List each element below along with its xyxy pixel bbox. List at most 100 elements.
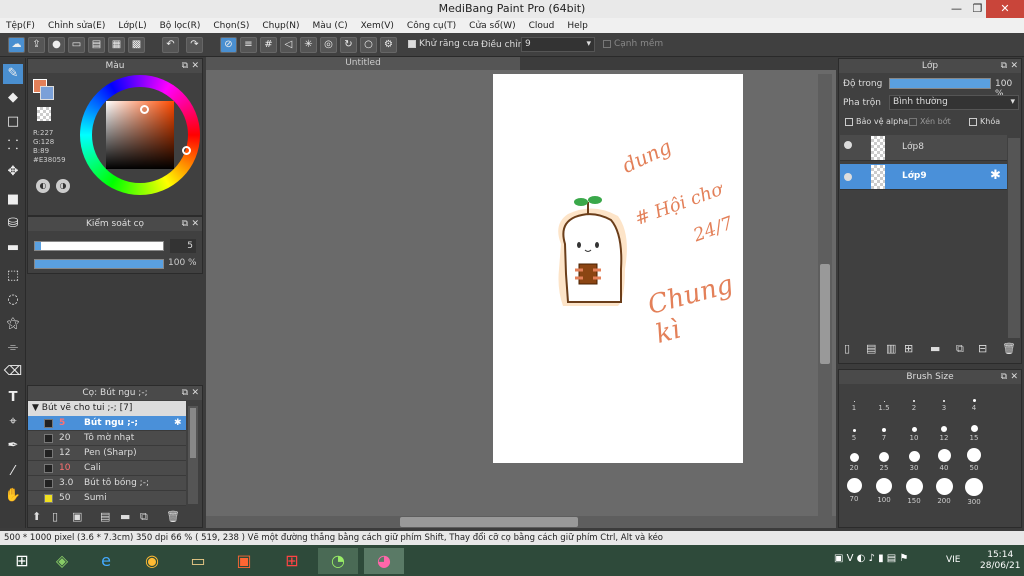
vanish-snap-icon[interactable]: ◁ bbox=[280, 37, 297, 53]
add-layer-menu-icon[interactable]: ⊞ bbox=[904, 342, 913, 355]
brush-item[interactable]: 3.0 Bút tô bóng ;-; bbox=[28, 476, 186, 491]
select-eraser-tool-icon[interactable]: ⌫ bbox=[3, 362, 23, 382]
grid-icon[interactable]: ▩ bbox=[128, 37, 145, 53]
brush-size-option[interactable]: 4 bbox=[960, 386, 988, 414]
clock[interactable]: 15:14 28/06/21 bbox=[980, 550, 1020, 572]
brush-size-option[interactable]: 5 bbox=[840, 416, 868, 444]
gear-icon[interactable]: ✱ bbox=[174, 416, 182, 431]
powerpoint-icon[interactable]: ▣ bbox=[224, 548, 264, 574]
comment-icon[interactable]: ● bbox=[48, 37, 65, 53]
duplicate-icon[interactable]: ⧉ bbox=[956, 342, 964, 356]
brush-item[interactable]: 12 Pen (Sharp) bbox=[28, 446, 186, 461]
menu-filter[interactable]: Bộ lọc(R) bbox=[160, 21, 201, 31]
tray-icons[interactable]: ▣ V ◐ ♪ ▮ ▤ ⚑ bbox=[834, 553, 908, 564]
brush-opacity-slider[interactable] bbox=[34, 259, 164, 269]
close-icon[interactable]: ✕ bbox=[191, 59, 199, 73]
brush-size-option[interactable]: 1 bbox=[840, 386, 868, 414]
new-layer-icon[interactable]: ▯ bbox=[844, 342, 850, 355]
antialias-toggle[interactable]: Khử răng cưa bbox=[408, 39, 479, 49]
visibility-eye-icon[interactable] bbox=[844, 173, 852, 181]
brush-size-slider[interactable] bbox=[34, 241, 164, 251]
brush-size-option[interactable]: 70 bbox=[840, 476, 868, 504]
app-icon[interactable]: ⊞ bbox=[272, 548, 312, 574]
brush-size-option[interactable]: 10 bbox=[900, 416, 928, 444]
brush-tool-icon[interactable]: ✎ bbox=[3, 64, 23, 84]
canvas-paper[interactable]: dung # Hội chơ 24/7 Chung kì bbox=[493, 74, 743, 463]
panel-icon[interactable]: ▦ bbox=[108, 37, 125, 53]
horizontal-scroll-thumb[interactable] bbox=[400, 517, 578, 527]
brush-size-option[interactable]: 30 bbox=[900, 446, 928, 474]
brush-item[interactable]: 20 Tô mờ nhạt bbox=[28, 431, 186, 446]
undock-icon[interactable]: ⧉ bbox=[182, 217, 188, 231]
menu-snap[interactable]: Chụp(N) bbox=[262, 21, 299, 31]
merge-icon[interactable]: ⊟ bbox=[978, 342, 987, 355]
brush-menu-icon[interactable]: ▣ bbox=[72, 510, 82, 523]
folder-icon[interactable]: ▬ bbox=[930, 342, 940, 355]
menu-cloud[interactable]: Cloud bbox=[529, 21, 555, 31]
lock-toggle[interactable]: Khóa bbox=[969, 117, 1000, 126]
text-tool-icon[interactable]: T bbox=[3, 388, 23, 408]
share-icon[interactable]: ⇪ bbox=[28, 37, 45, 53]
brush-settings-icon[interactable]: ▤ bbox=[100, 510, 110, 523]
undock-icon[interactable]: ⧉ bbox=[182, 386, 188, 400]
layer-list-scrollbar[interactable] bbox=[1008, 138, 1020, 338]
page-icon[interactable]: ▤ bbox=[88, 37, 105, 53]
vertical-scroll-thumb[interactable] bbox=[820, 264, 830, 364]
app-green-icon[interactable]: ◔ bbox=[318, 548, 358, 574]
close-icon[interactable]: ✕ bbox=[191, 217, 199, 231]
menu-layer[interactable]: Lớp(L) bbox=[118, 21, 146, 31]
minimize-button[interactable]: — bbox=[944, 0, 969, 18]
cloud-icon[interactable]: ☁ bbox=[8, 37, 25, 53]
adjust-select[interactable]: 9 ▾ bbox=[521, 37, 595, 52]
menu-view[interactable]: Xem(V) bbox=[361, 21, 394, 31]
new-brush-icon[interactable]: ▯ bbox=[52, 510, 58, 523]
undo-icon[interactable]: ↶ bbox=[162, 37, 179, 53]
radial-snap-icon[interactable]: ✳ bbox=[300, 37, 317, 53]
gear-icon[interactable]: ✱ bbox=[990, 168, 1001, 183]
gradient-tool-icon[interactable]: ▬ bbox=[3, 238, 23, 258]
eraser-tool-icon[interactable]: ◆ bbox=[3, 88, 23, 108]
menu-file[interactable]: Tệp(F) bbox=[6, 21, 35, 31]
move-tool-icon[interactable]: ✥ bbox=[3, 162, 23, 182]
layer-row-selected[interactable]: Lớp9 ✱ bbox=[840, 164, 1007, 190]
horizontal-scrollbar[interactable] bbox=[206, 516, 836, 528]
redo-icon[interactable]: ↷ bbox=[186, 37, 203, 53]
undock-icon[interactable]: ⧉ bbox=[1001, 370, 1007, 384]
blend-mode-select[interactable]: Bình thường ▾ bbox=[889, 95, 1019, 110]
cross-snap-icon[interactable]: # bbox=[260, 37, 277, 53]
brush-size-option[interactable]: 150 bbox=[900, 476, 928, 505]
curve-snap-icon[interactable]: ↻ bbox=[340, 37, 357, 53]
close-button[interactable]: ✕ bbox=[986, 0, 1024, 18]
fill-shape-tool-icon[interactable]: ■ bbox=[3, 190, 23, 210]
saturation-value-square[interactable] bbox=[106, 101, 174, 169]
brush-size-option[interactable]: 200 bbox=[930, 476, 958, 505]
visibility-eye-icon[interactable] bbox=[844, 141, 852, 149]
windows-start-icon[interactable]: ⊞ bbox=[2, 548, 42, 574]
internet-explorer-icon[interactable]: e bbox=[86, 548, 126, 574]
settings-snap-icon[interactable]: ⚙ bbox=[380, 37, 397, 53]
close-icon[interactable]: ✕ bbox=[1010, 370, 1018, 384]
magic-wand-tool-icon[interactable]: ⚝ bbox=[3, 314, 23, 334]
brush-size-option[interactable]: 1.5 bbox=[870, 386, 898, 414]
select-pen-tool-icon[interactable]: ⌯ bbox=[3, 338, 23, 358]
maximize-button[interactable]: ❐ bbox=[969, 0, 986, 18]
color-picker-marker[interactable] bbox=[140, 105, 149, 114]
menu-color[interactable]: Màu (C) bbox=[313, 21, 348, 31]
snap-off-icon[interactable]: ⊘ bbox=[220, 37, 237, 53]
medibang-icon[interactable]: ◕ bbox=[364, 548, 404, 574]
undock-icon[interactable]: ⧉ bbox=[1001, 59, 1007, 73]
hand-tool-icon[interactable]: ✋ bbox=[3, 486, 23, 506]
lasso-tool-icon[interactable]: ◌ bbox=[3, 290, 23, 310]
brush-item[interactable]: 50 Sumi bbox=[28, 491, 186, 506]
layer-opacity-slider[interactable] bbox=[889, 78, 991, 89]
bluestacks-icon[interactable]: ◈ bbox=[42, 548, 82, 574]
antialias-checkbox[interactable] bbox=[408, 39, 416, 48]
brush-size-option[interactable]: 20 bbox=[840, 446, 868, 474]
brush-size-option[interactable]: 7 bbox=[870, 416, 898, 444]
brush-group-header[interactable]: ▼ Bút vẽ cho tui ;-; [7] bbox=[28, 401, 186, 416]
divide-tool-icon[interactable]: ⌖ bbox=[3, 412, 23, 432]
pipette-tool-icon[interactable]: ⁄ bbox=[3, 462, 23, 482]
brush-list-scrollbar[interactable] bbox=[188, 406, 198, 504]
menu-help[interactable]: Help bbox=[567, 21, 588, 31]
undock-icon[interactable]: ⧉ bbox=[182, 59, 188, 73]
